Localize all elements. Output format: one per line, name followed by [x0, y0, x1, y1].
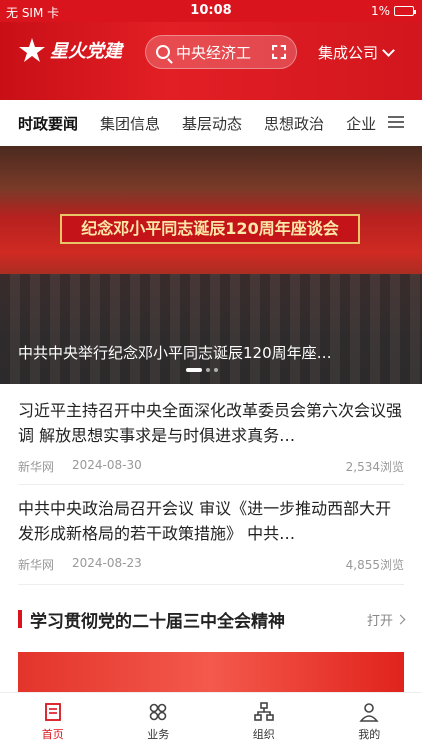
section-title: 学习贯彻党的二十届三中全会精神: [30, 611, 285, 632]
tab-ideology[interactable]: 思想政治: [264, 113, 324, 134]
battery-icon: [394, 6, 416, 16]
news-item[interactable]: 习近平主持召开中央全面深化改革委员会第六次会议强调 解放思想实事求是与时俱进求真…: [18, 398, 404, 475]
nav-home[interactable]: 首页: [0, 693, 106, 750]
nav-profile[interactable]: 我的: [317, 693, 422, 750]
menu-icon[interactable]: [388, 116, 404, 128]
tab-group-info[interactable]: 集团信息: [100, 113, 160, 134]
apps-icon: [149, 703, 167, 720]
news-source: 新华网: [18, 460, 55, 474]
category-tabs: 时政要闻 集团信息 基层动态 思想政治 企业: [0, 100, 422, 146]
section-open-link[interactable]: 打开: [366, 610, 406, 629]
search-icon: [156, 45, 170, 59]
search-value: 中央经济工: [176, 43, 252, 62]
carousel-dot: [214, 368, 218, 372]
bottom-nav: 首页 业务 组织 我的: [0, 692, 422, 750]
app-name: 星火党建: [50, 41, 122, 62]
chevron-down-icon: [382, 44, 395, 57]
company-label: 集成公司: [318, 44, 379, 62]
news-source: 新华网: [18, 558, 55, 572]
banner-carousel[interactable]: 纪念邓小平同志诞辰120周年座谈会 中共中央举行纪念邓小平同志诞辰120周年座…: [0, 146, 422, 384]
tab-enterprise[interactable]: 企业: [346, 113, 376, 134]
chevron-right-icon: [395, 614, 406, 624]
nav-business[interactable]: 业务: [106, 693, 212, 750]
scan-icon[interactable]: [272, 45, 286, 59]
news-views: 2,534浏览: [345, 460, 404, 474]
open-label: 打开: [366, 613, 393, 629]
news-meta: 新华网 2024-08-23 4,855浏览: [18, 556, 404, 573]
carousel-indicator: [186, 368, 218, 372]
search-input[interactable]: 中央经济工: [145, 35, 297, 69]
star-logo-icon: [19, 38, 45, 62]
home-icon: [44, 702, 61, 721]
section-accent-bar: [18, 610, 22, 628]
nav-organization[interactable]: 组织: [211, 693, 317, 750]
banner-stage-text: 纪念邓小平同志诞辰120周年座谈会: [60, 214, 360, 244]
banner-caption: 中共中央举行纪念邓小平同志诞辰120周年座…: [18, 344, 332, 362]
news-item[interactable]: 中共中央政治局召开会议 审议《进一步推动西部大开发形成新格局的若干政策措施》 中…: [18, 496, 404, 573]
divider: [18, 484, 404, 485]
org-icon: [253, 701, 274, 721]
nav-home-label: 首页: [41, 727, 64, 741]
carousel-dot: [186, 368, 202, 372]
news-date: 2024-08-30: [72, 458, 142, 472]
divider: [18, 584, 404, 585]
section-banner[interactable]: [18, 652, 404, 692]
news-title: 中共中央政治局召开会议 审议《进一步推动西部大开发形成新格局的若干政策措施》 中…: [18, 499, 392, 543]
nav-business-label: 业务: [147, 727, 170, 741]
nav-profile-label: 我的: [358, 727, 381, 741]
carousel-dot: [206, 368, 210, 372]
tab-current-affairs[interactable]: 时政要闻: [18, 113, 78, 134]
news-views: 4,855浏览: [345, 558, 404, 572]
news-date: 2024-08-23: [72, 556, 142, 570]
study-section-header: 学习贯彻党的二十届三中全会精神 打开: [18, 604, 406, 634]
status-bar: 无 SIM 卡 10:08 1%: [0, 0, 422, 22]
company-selector[interactable]: 集成公司: [318, 42, 395, 63]
tab-grassroots[interactable]: 基层动态: [182, 113, 242, 134]
nav-organization-label: 组织: [252, 727, 275, 741]
profile-icon: [359, 702, 379, 722]
news-meta: 新华网 2024-08-30 2,534浏览: [18, 458, 404, 475]
battery-status: 1%: [370, 4, 416, 18]
header: 星火党建 中央经济工 集成公司: [0, 22, 422, 100]
app-logo: 星火党建: [18, 36, 122, 64]
news-title: 习近平主持召开中央全面深化改革委员会第六次会议强调 解放思想实事求是与时俱进求真…: [18, 401, 403, 445]
battery-percent: 1%: [370, 4, 390, 18]
status-time: 10:08: [190, 3, 232, 18]
